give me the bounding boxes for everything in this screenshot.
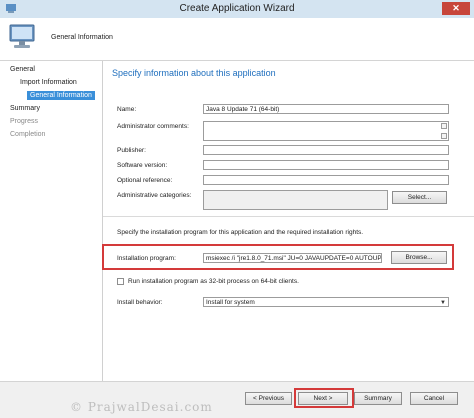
header-title: General Information [51,34,113,41]
optional-reference-field[interactable] [203,175,449,185]
nav-item-general-information[interactable]: General Information [27,91,95,100]
summary-button[interactable]: Summary [354,392,402,405]
software-version-label: Software version: [117,162,168,169]
nav-item-summary[interactable]: Summary [10,105,40,112]
previous-button[interactable]: < Previous [245,392,292,405]
optional-reference-label: Optional reference: [117,177,173,184]
close-button[interactable]: ✕ [442,2,470,15]
admin-comments-field[interactable] [203,121,449,141]
wizard-content: Specify information about this applicati… [102,61,474,381]
scroll-down-icon[interactable] [441,133,447,139]
next-button[interactable]: Next > [298,392,348,405]
nav-item-import-information[interactable]: Import Information [20,79,77,86]
browse-button[interactable]: Browse... [391,251,447,264]
title-bar: Create Application Wizard ✕ [0,0,474,19]
nav-item-progress: Progress [10,118,39,125]
page-heading: Specify information about this applicati… [112,68,276,78]
publisher-field[interactable] [203,145,449,155]
name-field[interactable]: Java 8 Update 71 (64-bit) [203,104,449,114]
chevron-down-icon: ▼ [440,300,446,306]
admin-comments-label: Administrator comments: [117,123,189,130]
install-behavior-value: Install for system [206,299,255,306]
admin-categories-field [203,190,388,210]
name-label: Name: [117,106,137,113]
watermark: © PrajwalDesai.com [70,400,213,414]
install-program-field[interactable]: msiexec /i "jre1.8.0_71.msi" JU=0 JAVAUP… [203,253,382,263]
cancel-button[interactable]: Cancel [410,392,458,405]
select-button[interactable]: Select... [392,191,447,204]
publisher-label: Publisher: [117,147,146,154]
computer-icon [9,24,35,48]
install-behavior-label: Install behavior: [117,299,163,306]
run-32bit-label: Run installation program as 32-bit proce… [128,278,299,285]
window-title: Create Application Wizard [179,3,295,14]
wizard-header: General Information [0,18,474,61]
scroll-up-icon[interactable] [441,123,447,129]
software-version-field[interactable] [203,160,449,170]
nav-item-completion: Completion [10,131,46,138]
run-32bit-checkbox[interactable] [117,278,124,285]
wizard-nav: General Import Information General Infor… [0,61,103,381]
divider [103,216,474,217]
install-program-label: Installation program: [117,255,176,262]
admin-categories-label: Administrative categories: [117,192,192,199]
install-instructions: Specify the installation program for thi… [117,229,364,236]
nav-item-general[interactable]: General [10,66,35,73]
install-behavior-select[interactable]: Install for system ▼ [203,297,449,307]
